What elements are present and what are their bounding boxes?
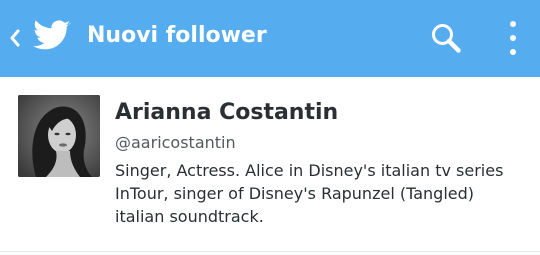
more-vertical-icon (510, 21, 516, 27)
search-button[interactable] (422, 14, 470, 62)
back-button[interactable] (0, 0, 78, 77)
bio-line: italian soundtrack. (115, 207, 264, 226)
chevron-left-icon (10, 29, 20, 47)
user-bio: Singer, Actress. Alice in Disney's itali… (115, 159, 525, 228)
profile-photo (18, 95, 100, 177)
search-icon (432, 24, 461, 53)
bio-line: Singer, Actress. Alice in Disney's itali… (115, 161, 504, 180)
screen-title: Nuovi follower (87, 23, 267, 48)
list-item[interactable]: Arianna Costantin @aaricostantin Singer,… (0, 77, 540, 251)
more-vertical-icon-dot (510, 35, 516, 41)
more-vertical-icon-dot (510, 49, 516, 55)
avatar[interactable] (18, 95, 100, 177)
action-bar: Nuovi follower (0, 0, 540, 77)
overflow-menu-button[interactable] (492, 12, 534, 64)
list-divider (0, 251, 540, 252)
twitter-bird-icon (33, 20, 71, 50)
bio-line: InTour, singer of Disney's Rapunzel (Tan… (115, 184, 474, 203)
user-name: Arianna Costantin (115, 100, 339, 125)
app-window: Nuovi follower Arianna Costantin @aarico… (0, 0, 540, 255)
user-handle: @aaricostantin (115, 133, 236, 152)
